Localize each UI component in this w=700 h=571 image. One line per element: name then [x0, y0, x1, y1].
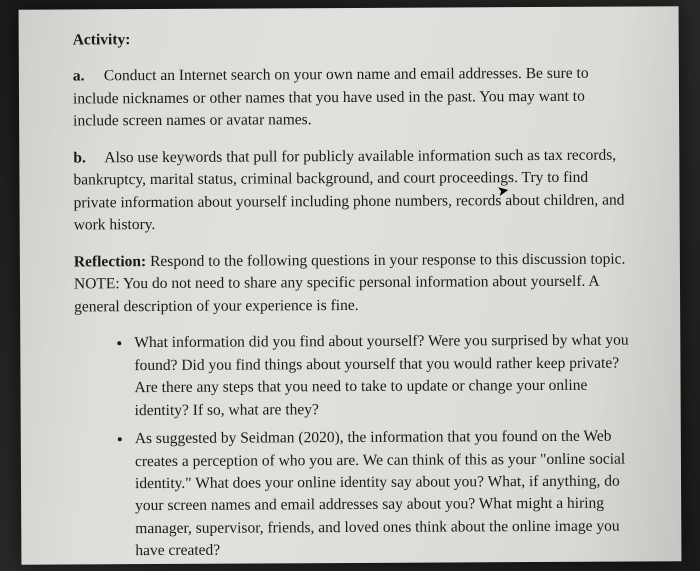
reflection-paragraph: Reflection: Respond to the following que… — [74, 248, 632, 318]
reflection-text: Respond to the following questions in yo… — [74, 250, 625, 315]
reflection-bullets: What information did you find about your… — [74, 330, 633, 564]
item-b-text: Also use keywords that pull for publicly… — [73, 146, 624, 233]
list-item: What information did you find about your… — [132, 330, 632, 422]
activity-heading: Activity: — [73, 27, 631, 52]
list-item: As suggested by Seidman (2020), the info… — [133, 426, 634, 563]
document-page: Activity: a. Conduct an Internet search … — [19, 6, 682, 564]
activity-item-a: a. Conduct an Internet search on your ow… — [73, 63, 631, 133]
item-b-label: b. — [73, 149, 86, 166]
item-a-text: Conduct an Internet search on your own n… — [73, 65, 589, 130]
activity-item-b: b. Also use keywords that pull for publi… — [73, 144, 631, 237]
reflection-label: Reflection: — [74, 253, 146, 270]
item-a-label: a. — [73, 68, 85, 85]
